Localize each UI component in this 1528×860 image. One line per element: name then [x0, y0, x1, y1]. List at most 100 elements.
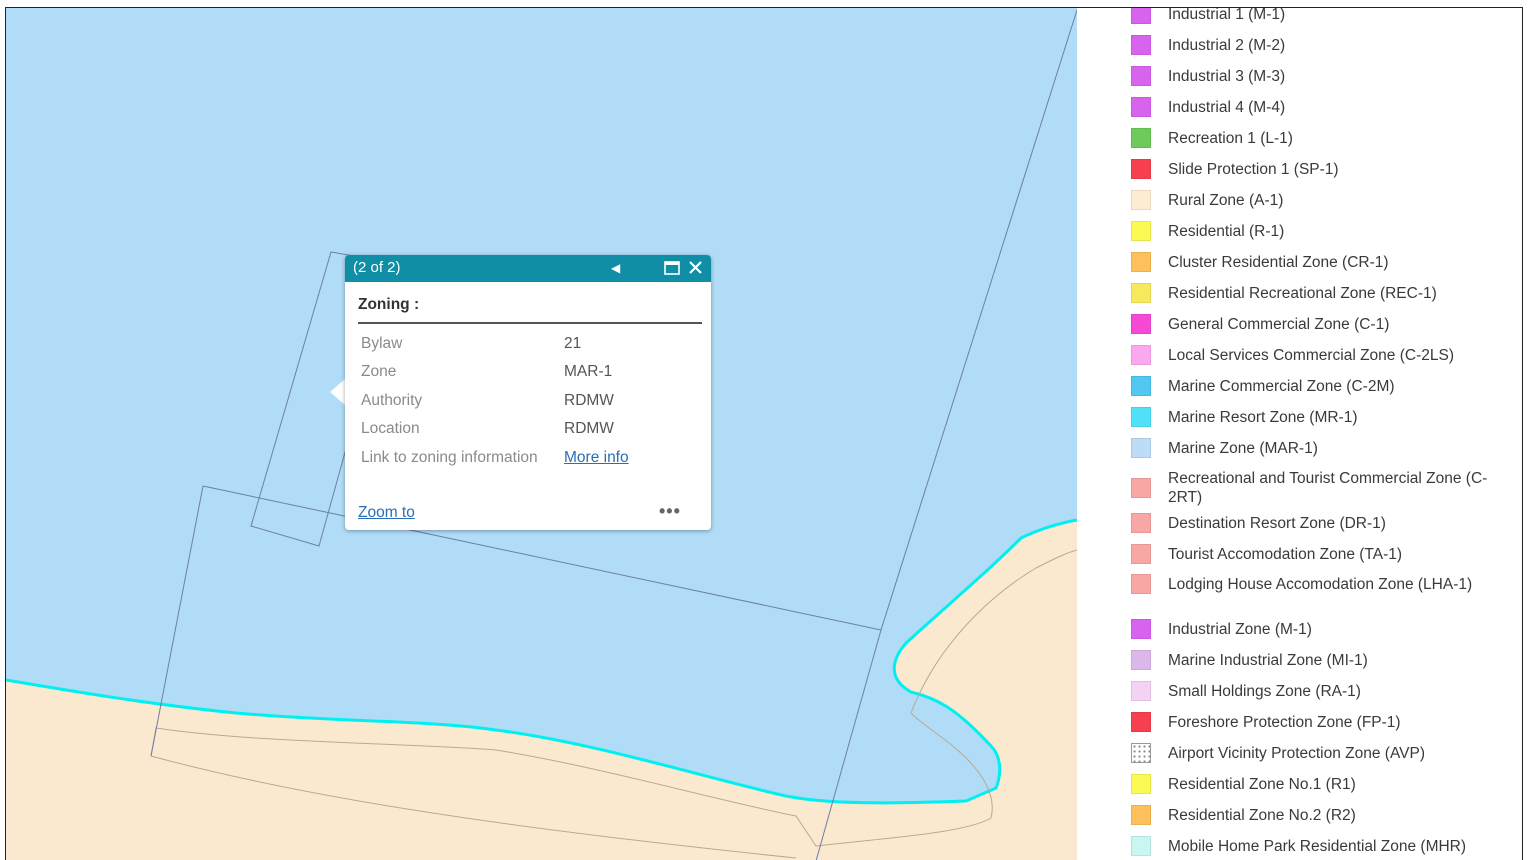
popup-pointer — [330, 379, 345, 405]
legend-label: Rural Zone (A-1) — [1168, 191, 1284, 209]
more-info-link[interactable]: More info — [564, 449, 629, 466]
legend-swatch — [1131, 407, 1151, 427]
legend-item: Industrial 1 (M-1) — [1131, 8, 1488, 24]
popup-feature-count: (2 of 2) — [353, 259, 401, 276]
legend-swatch — [1131, 774, 1151, 794]
attribute-value: MAR-1 — [564, 363, 613, 380]
legend-swatch — [1131, 544, 1151, 564]
legend-label: Destination Resort Zone (DR-1) — [1168, 514, 1386, 532]
legend-swatch — [1131, 438, 1151, 458]
legend-swatch — [1131, 190, 1151, 210]
legend-swatch — [1131, 252, 1151, 272]
legend-swatch — [1131, 513, 1151, 533]
legend-label: Small Holdings Zone (RA-1) — [1168, 682, 1361, 700]
legend-label: Industrial 2 (M-2) — [1168, 36, 1286, 54]
legend-label: Local Services Commercial Zone (C-2LS) — [1168, 346, 1454, 364]
legend-item: Marine Commercial Zone (C-2M) — [1131, 376, 1488, 396]
zoom-to-link[interactable]: Zoom to — [358, 504, 415, 522]
legend-item: Industrial 2 (M-2) — [1131, 35, 1488, 55]
legend-label: Recreation 1 (L-1) — [1168, 129, 1293, 147]
legend-item: Slide Protection 1 (SP-1) — [1131, 159, 1488, 179]
legend-item: Foreshore Protection Zone (FP-1) — [1131, 712, 1488, 732]
legend-label: Residential Zone No.2 (R2) — [1168, 806, 1356, 824]
legend-item: Industrial Zone (M-1) — [1131, 619, 1488, 639]
attribute-value: RDMW — [564, 420, 614, 437]
legend-item: General Commercial Zone (C-1) — [1131, 314, 1488, 334]
popup-title: Zoning : — [358, 296, 420, 313]
legend-item: Tourist Accomodation Zone (TA-1) — [1131, 544, 1488, 564]
legend-swatch — [1131, 8, 1151, 24]
legend-swatch — [1131, 619, 1151, 639]
legend-item: Marine Zone (MAR-1) — [1131, 438, 1488, 458]
legend-label: General Commercial Zone (C-1) — [1168, 315, 1390, 333]
attribute-label: Location — [361, 420, 420, 437]
attribute-label: Zone — [361, 363, 397, 380]
legend-item: Residential Recreational Zone (REC-1) — [1131, 283, 1488, 303]
legend-item: Mobile Home Park Residential Zone (MHR) — [1131, 836, 1488, 856]
legend-label: Cluster Residential Zone (CR-1) — [1168, 253, 1389, 271]
legend-swatch — [1131, 574, 1151, 594]
legend-label: Marine Commercial Zone (C-2M) — [1168, 377, 1395, 395]
legend-swatch — [1131, 478, 1151, 498]
legend-swatch — [1131, 314, 1151, 334]
attribute-label: Bylaw — [361, 335, 403, 352]
feature-popup: (2 of 2) ◀ Zoning : Bylaw 21 Zone MAR-1 … — [345, 255, 711, 530]
title-divider — [358, 322, 702, 324]
legend-label: Industrial Zone (M-1) — [1168, 620, 1312, 638]
legend-swatch — [1131, 159, 1151, 179]
legend-swatch — [1131, 97, 1151, 117]
legend-item: Lodging House Accomodation Zone (LHA-1) — [1131, 574, 1488, 594]
legend-item: Marine Industrial Zone (MI-1) — [1131, 650, 1488, 670]
legend-swatch — [1131, 836, 1151, 856]
legend-label: Tourist Accomodation Zone (TA-1) — [1168, 545, 1403, 563]
land-area — [6, 520, 1077, 860]
legend-label: Residential Zone No.1 (R1) — [1168, 775, 1356, 793]
legend-swatch — [1131, 712, 1151, 732]
legend-swatch — [1131, 743, 1151, 763]
legend-label: Marine Resort Zone (MR-1) — [1168, 408, 1358, 426]
legend-item: Destination Resort Zone (DR-1) — [1131, 513, 1488, 533]
legend-label: Recreational and Tourist Commercial Zone… — [1168, 470, 1488, 506]
legend-item: Industrial 4 (M-4) — [1131, 97, 1488, 117]
legend-item: Rural Zone (A-1) — [1131, 190, 1488, 210]
legend-item: Residential Zone No.2 (R2) — [1131, 805, 1488, 825]
legend-label: Foreshore Protection Zone (FP-1) — [1168, 713, 1401, 731]
legend-label: Industrial 3 (M-3) — [1168, 67, 1286, 85]
legend-item: Small Holdings Zone (RA-1) — [1131, 681, 1488, 701]
legend-item: Industrial 3 (M-3) — [1131, 66, 1488, 86]
legend-item: Local Services Commercial Zone (C-2LS) — [1131, 345, 1488, 365]
legend-item: Airport Vicinity Protection Zone (AVP) — [1131, 743, 1488, 763]
attribute-label: Authority — [361, 392, 423, 409]
legend-label: Lodging House Accomodation Zone (LHA-1) — [1168, 575, 1473, 593]
previous-feature-icon[interactable]: ◀ — [611, 258, 620, 278]
legend-panel[interactable]: Industrial 1 (M-1) Industrial 2 (M-2) Indu… — [1077, 8, 1522, 860]
legend-item: Marine Resort Zone (MR-1) — [1131, 407, 1488, 427]
legend-swatch — [1131, 376, 1151, 396]
legend-swatch — [1131, 221, 1151, 241]
legend-item: Recreation 1 (L-1) — [1131, 128, 1488, 148]
legend-item: Cluster Residential Zone (CR-1) — [1131, 252, 1488, 272]
legend-label: Airport Vicinity Protection Zone (AVP) — [1168, 744, 1425, 762]
legend-swatch — [1131, 283, 1151, 303]
legend-label: Industrial 1 (M-1) — [1168, 8, 1286, 23]
legend-label: Mobile Home Park Residential Zone (MHR) — [1168, 837, 1467, 855]
app-frame: (2 of 2) ◀ Zoning : Bylaw 21 Zone MAR-1 … — [5, 7, 1523, 860]
attribute-value: 21 — [564, 335, 582, 352]
legend-label: Residential (R-1) — [1168, 222, 1285, 240]
legend-swatch — [1131, 805, 1151, 825]
more-options-icon[interactable]: ••• — [659, 501, 681, 522]
legend-swatch — [1131, 128, 1151, 148]
legend-label: Marine Industrial Zone (MI-1) — [1168, 651, 1368, 669]
legend-swatch — [1131, 66, 1151, 86]
legend-swatch — [1131, 35, 1151, 55]
legend-swatch — [1131, 345, 1151, 365]
attribute-label: Link to zoning information — [361, 449, 538, 466]
attribute-value: RDMW — [564, 392, 614, 409]
legend-swatch — [1131, 650, 1151, 670]
legend-item: Residential Zone No.1 (R1) — [1131, 774, 1488, 794]
legend-item: Residential (R-1) — [1131, 221, 1488, 241]
attribute-value: More info — [564, 449, 629, 467]
popup-header: (2 of 2) ◀ — [345, 255, 711, 282]
legend-label: Industrial 4 (M-4) — [1168, 98, 1286, 116]
map-view[interactable]: (2 of 2) ◀ Zoning : Bylaw 21 Zone MAR-1 … — [6, 8, 1077, 860]
